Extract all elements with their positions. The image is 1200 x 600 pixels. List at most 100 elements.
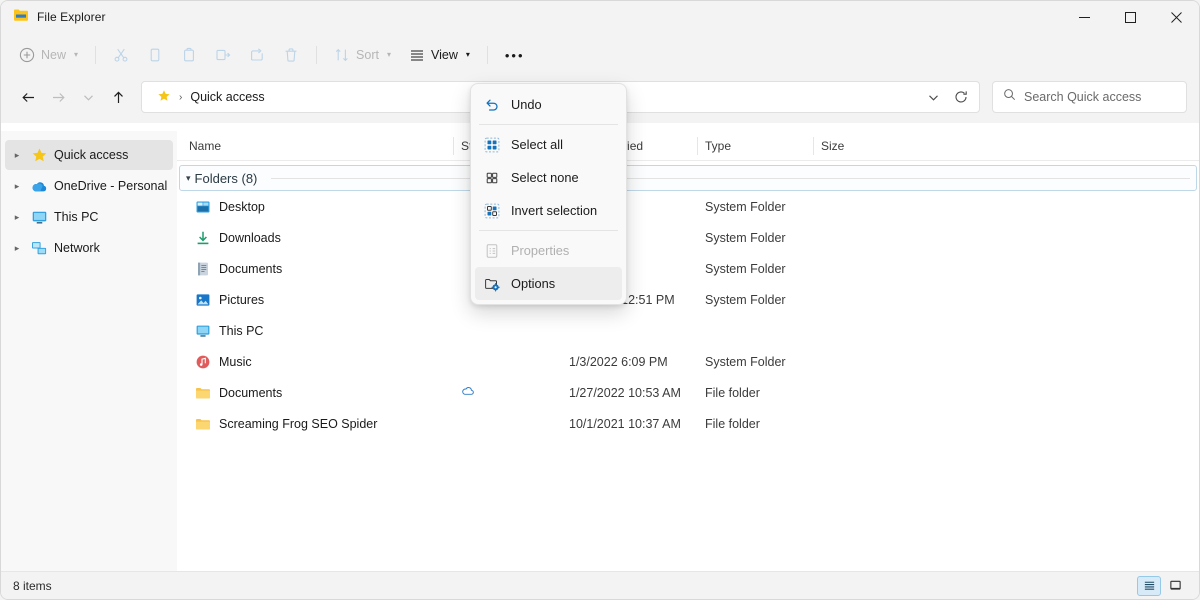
search-input[interactable]: Search Quick access <box>992 81 1187 113</box>
table-row[interactable]: Desktop System Folder <box>177 191 1199 222</box>
column-header-size[interactable]: Size <box>813 131 893 161</box>
back-button[interactable] <box>13 82 43 112</box>
column-header-type[interactable]: Type <box>697 131 813 161</box>
menu-separator-2 <box>479 230 618 231</box>
cloud-icon <box>31 178 48 195</box>
folder-icon <box>195 385 211 401</box>
rename-button[interactable] <box>207 39 239 71</box>
sidebar-item-label: Quick access <box>54 148 128 162</box>
menu-item-options[interactable]: Options <box>475 267 622 300</box>
monitor-icon <box>31 209 48 226</box>
table-row[interactable]: Pictures 8/1/2019 12:51 PM System Folder <box>177 284 1199 315</box>
file-name-cell[interactable]: Pictures <box>181 284 453 315</box>
chevron-down-icon: ▾ <box>466 51 470 59</box>
file-name-cell[interactable]: Documents <box>181 253 453 284</box>
file-status-cell <box>453 377 561 408</box>
select-all-icon <box>484 137 500 153</box>
column-header-name[interactable]: Name <box>181 131 453 161</box>
menu-item-label: Select all <box>511 137 563 152</box>
file-name-cell[interactable]: Screaming Frog SEO Spider <box>181 408 453 439</box>
column-header-type-label: Type <box>705 139 731 153</box>
file-type-cell: System Folder <box>697 191 813 222</box>
file-name-label: Documents <box>219 262 282 276</box>
folder-icon <box>195 416 211 432</box>
see-more-button[interactable]: ••• <box>497 39 533 71</box>
sort-icon <box>334 47 350 63</box>
file-name-cell[interactable]: Desktop <box>181 191 453 222</box>
sidebar-item-quick-access[interactable]: ▸ Quick access <box>5 140 173 170</box>
file-name-cell[interactable]: Downloads <box>181 222 453 253</box>
chevron-right-icon[interactable]: ▸ <box>9 209 25 225</box>
chevron-right-icon[interactable]: ▸ <box>9 240 25 256</box>
menu-item-label: Select none <box>511 170 579 185</box>
delete-button[interactable] <box>275 39 307 71</box>
desktop-folder-icon <box>195 199 211 215</box>
sidebar-item-label: This PC <box>54 210 98 224</box>
table-row[interactable]: This PC <box>177 315 1199 346</box>
address-dropdown-button[interactable] <box>919 83 947 111</box>
menu-item-undo[interactable]: Undo <box>475 88 622 121</box>
sort-button-label: Sort <box>356 48 379 62</box>
menu-item-select-none[interactable]: Select none <box>475 161 622 194</box>
table-row[interactable]: Documents System Folder <box>177 253 1199 284</box>
up-button[interactable] <box>103 82 133 112</box>
paste-button[interactable] <box>173 39 205 71</box>
new-button-label: New <box>41 48 66 62</box>
minimize-button[interactable] <box>1061 1 1107 33</box>
copy-icon <box>147 47 163 63</box>
table-row[interactable]: Downloads System Folder <box>177 222 1199 253</box>
breadcrumb-label: › <box>179 92 182 103</box>
rename-icon <box>215 47 231 63</box>
sidebar-item-network[interactable]: ▸ Network <box>5 233 173 263</box>
copy-button[interactable] <box>139 39 171 71</box>
column-headers: Name Stat Date modified Type Size <box>177 131 1199 161</box>
sort-button[interactable]: Sort ▾ <box>326 39 399 71</box>
large-icons-view-icon[interactable] <box>1163 576 1187 596</box>
file-name-label: Downloads <box>219 231 281 245</box>
file-type-cell: File folder <box>697 408 813 439</box>
refresh-button[interactable] <box>947 83 975 111</box>
details-view-icon[interactable] <box>1137 576 1161 596</box>
plus-circle-icon <box>19 47 35 63</box>
toolbar-divider-3 <box>487 46 488 64</box>
file-name-cell[interactable]: Music <box>181 346 453 377</box>
forward-button[interactable] <box>43 82 73 112</box>
file-size-cell <box>813 284 893 315</box>
share-button[interactable] <box>241 39 273 71</box>
file-name-cell[interactable]: Documents <box>181 377 453 408</box>
scissors-icon <box>113 47 129 63</box>
monitor-icon <box>195 323 211 339</box>
sidebar-item-this-pc[interactable]: ▸ This PC <box>5 202 173 232</box>
menu-item-label: Options <box>511 276 555 291</box>
file-name-label: Documents <box>219 386 282 400</box>
maximize-button[interactable] <box>1107 1 1153 33</box>
view-button-label: View <box>431 48 458 62</box>
chevron-right-icon[interactable]: ▸ <box>9 178 25 194</box>
file-size-cell <box>813 346 893 377</box>
breadcrumb[interactable]: › Quick access <box>152 86 270 109</box>
file-size-cell <box>813 191 893 222</box>
table-row[interactable]: Music 1/3/2022 6:09 PM System Folder <box>177 346 1199 377</box>
sidebar-item-onedrive[interactable]: ▸ OneDrive - Personal <box>5 171 173 201</box>
chevron-right-icon[interactable]: ▸ <box>9 147 25 163</box>
chevron-down-icon[interactable]: ▾ <box>186 173 191 184</box>
file-status-cell <box>453 346 561 377</box>
breadcrumb-path: Quick access <box>190 90 264 104</box>
menu-separator <box>479 124 618 125</box>
table-row[interactable]: Screaming Frog SEO Spider 10/1/2021 10:3… <box>177 408 1199 439</box>
star-icon <box>157 89 171 106</box>
new-button[interactable]: New ▾ <box>13 39 86 71</box>
navigation-pane: ▸ Quick access ▸ OneDrive - Personal ▸ <box>1 131 177 571</box>
recent-locations-button[interactable] <box>73 82 103 112</box>
cut-button[interactable] <box>105 39 137 71</box>
file-name-cell[interactable]: This PC <box>181 315 453 346</box>
menu-item-select-all[interactable]: Select all <box>475 128 622 161</box>
table-row[interactable]: Documents 1/27/2022 10:53 AM File folder <box>177 377 1199 408</box>
select-none-icon <box>484 170 500 186</box>
view-button[interactable]: View ▾ <box>401 39 478 71</box>
file-type-cell: System Folder <box>697 346 813 377</box>
file-status-cell <box>453 315 561 346</box>
close-button[interactable] <box>1153 1 1199 33</box>
menu-item-invert-selection[interactable]: Invert selection <box>475 194 622 227</box>
group-header-folders[interactable]: ▾ Folders (8) <box>179 165 1197 191</box>
